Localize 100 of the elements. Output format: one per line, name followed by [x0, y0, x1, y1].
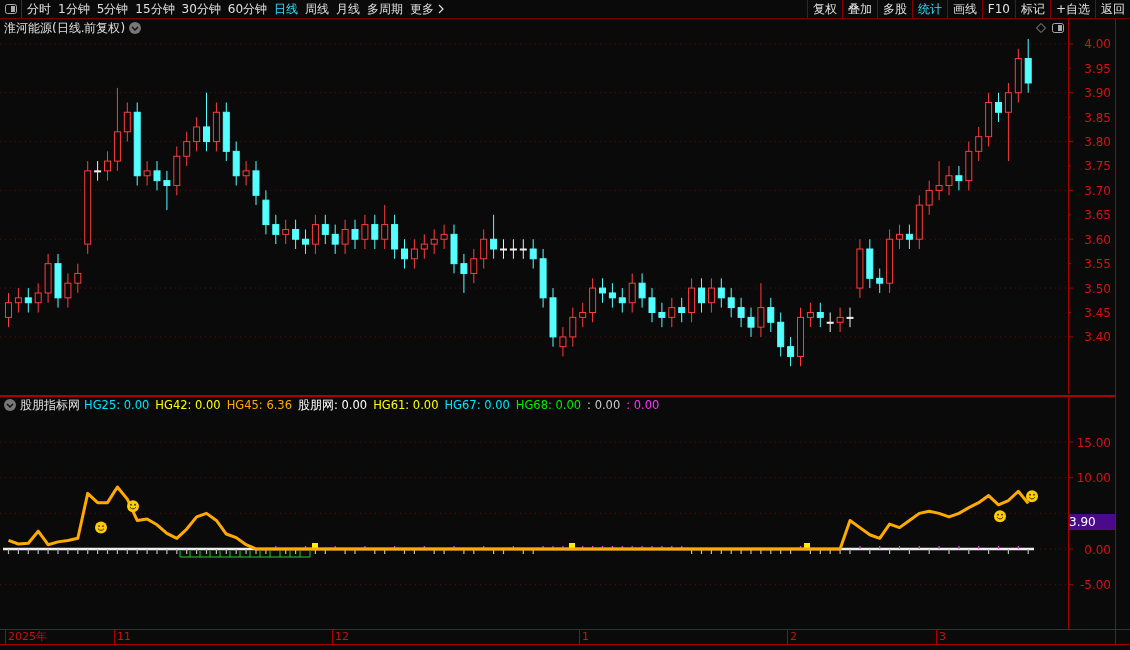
- candlestick: [658, 302, 666, 328]
- candlestick: [995, 92, 1002, 123]
- candlestick: [787, 336, 795, 367]
- candlestick: [826, 311, 834, 333]
- candlestick: [599, 277, 606, 304]
- toolbar-button[interactable]: F10: [981, 0, 1015, 18]
- candlestick: [242, 160, 250, 187]
- candlestick: [737, 297, 745, 328]
- period-tab[interactable]: 分时: [27, 0, 51, 18]
- indicator-value: HG45: 6.36: [226, 397, 292, 413]
- period-tab[interactable]: 日线: [274, 0, 299, 18]
- chevron-right-icon[interactable]: [438, 4, 445, 14]
- indicator-value: HG42: 0.00: [155, 397, 221, 413]
- candlestick: [341, 219, 349, 255]
- indicator-value: : 0.00: [626, 397, 660, 413]
- price-axis-label: 3.50: [1084, 281, 1111, 296]
- candlestick: [500, 238, 507, 260]
- candlestick: [559, 326, 567, 357]
- marker-icon: [312, 543, 318, 549]
- date-axis-label: 2: [787, 630, 797, 644]
- candlestick: [480, 228, 488, 270]
- candlestick: [757, 282, 765, 338]
- candlestick: [975, 126, 983, 162]
- price-axis-label: 3.75: [1084, 159, 1111, 174]
- indicator-value: : 0.00: [587, 397, 621, 413]
- marker-icon: [569, 543, 575, 549]
- candlestick: [104, 150, 111, 182]
- candlestick: [836, 307, 844, 333]
- candlestick: [905, 224, 913, 250]
- toolbar-button[interactable]: 统计: [911, 0, 947, 18]
- candlestick: [648, 287, 656, 323]
- price-axis-label: 3.70: [1084, 183, 1111, 198]
- candlestick: [123, 102, 131, 143]
- candlestick: [351, 219, 359, 250]
- price-axis-label: 3.45: [1084, 306, 1111, 320]
- toolbar-button[interactable]: 标记: [1014, 0, 1050, 18]
- more-menu[interactable]: 更多: [410, 0, 435, 18]
- price-axis-label: 3.85: [1084, 110, 1111, 125]
- period-tab[interactable]: 多周期: [367, 0, 404, 18]
- indicator-value: HG25: 0.00: [84, 397, 150, 413]
- period-tab[interactable]: 5分钟: [96, 0, 129, 18]
- toolbar-button[interactable]: 返回: [1095, 0, 1130, 18]
- candlestick: [410, 238, 418, 270]
- toolbar-button[interactable]: +自选: [1049, 0, 1095, 18]
- candlestick: [846, 307, 854, 328]
- candlestick: [153, 160, 161, 191]
- candlestick: [816, 302, 824, 328]
- price-axis-label: 3.60: [1084, 232, 1111, 247]
- period-tab[interactable]: 月线: [336, 0, 361, 18]
- indicator-value: HG68: 0.00: [515, 397, 582, 413]
- period-tab[interactable]: 1分钟: [58, 0, 90, 18]
- candlestick: [876, 268, 884, 294]
- panel-toggle-icon[interactable]: [1052, 23, 1064, 33]
- candlestick: [509, 238, 517, 260]
- candlestick: [420, 233, 428, 260]
- candlestick: [292, 219, 300, 250]
- candlestick: [628, 272, 636, 313]
- candlestick: [5, 292, 12, 328]
- toolbar-button[interactable]: 多股: [876, 0, 912, 18]
- dropdown-icon[interactable]: [129, 22, 142, 34]
- candlestick: [430, 228, 438, 255]
- candlestick: [302, 228, 309, 255]
- candlestick: [935, 160, 943, 201]
- indicator-value: HG67: 0.00: [444, 397, 510, 413]
- candlestick: [747, 307, 755, 338]
- candlestick: [707, 277, 715, 313]
- indicator-axis-label: 15.00: [1076, 435, 1111, 450]
- candlestick: [519, 238, 527, 260]
- candlestick: [381, 204, 389, 250]
- dropdown-icon[interactable]: [4, 399, 16, 411]
- candlestick: [64, 272, 72, 309]
- period-tab[interactable]: 30分钟: [181, 0, 221, 18]
- period-tab[interactable]: 15分钟: [135, 0, 175, 18]
- candlestick: [1004, 82, 1012, 162]
- period-tab[interactable]: 60分钟: [227, 0, 268, 18]
- candlestick: [361, 214, 369, 250]
- toolbar-button[interactable]: 叠加: [841, 0, 877, 18]
- price-axis-label: 3.80: [1084, 135, 1111, 150]
- candlestick: [193, 116, 201, 152]
- candlestick: [401, 238, 408, 270]
- candlestick: [311, 214, 319, 255]
- candlestick: [163, 170, 171, 211]
- candlestick: [678, 297, 686, 323]
- toolbar-button[interactable]: 画线: [946, 0, 982, 18]
- candlestick: [896, 224, 903, 250]
- price-axis-label: 3.65: [1084, 208, 1111, 223]
- candlestick: [282, 219, 290, 245]
- diamond-icon[interactable]: [1036, 23, 1046, 33]
- candlestick: [34, 282, 42, 313]
- candlestick: [272, 214, 280, 245]
- price-axis-label: 4.00: [1084, 37, 1111, 52]
- price-axis-label: 3.95: [1084, 61, 1111, 76]
- current-value-label: 3.90: [1069, 514, 1115, 531]
- candlestick: [74, 263, 82, 294]
- candlestick: [440, 224, 448, 250]
- date-axis-label: 3: [936, 630, 946, 644]
- period-tab[interactable]: 周线: [305, 0, 330, 18]
- price-axis-label: 3.90: [1084, 86, 1111, 101]
- candlestick: [94, 160, 102, 182]
- toolbar-button[interactable]: 复权: [806, 0, 842, 18]
